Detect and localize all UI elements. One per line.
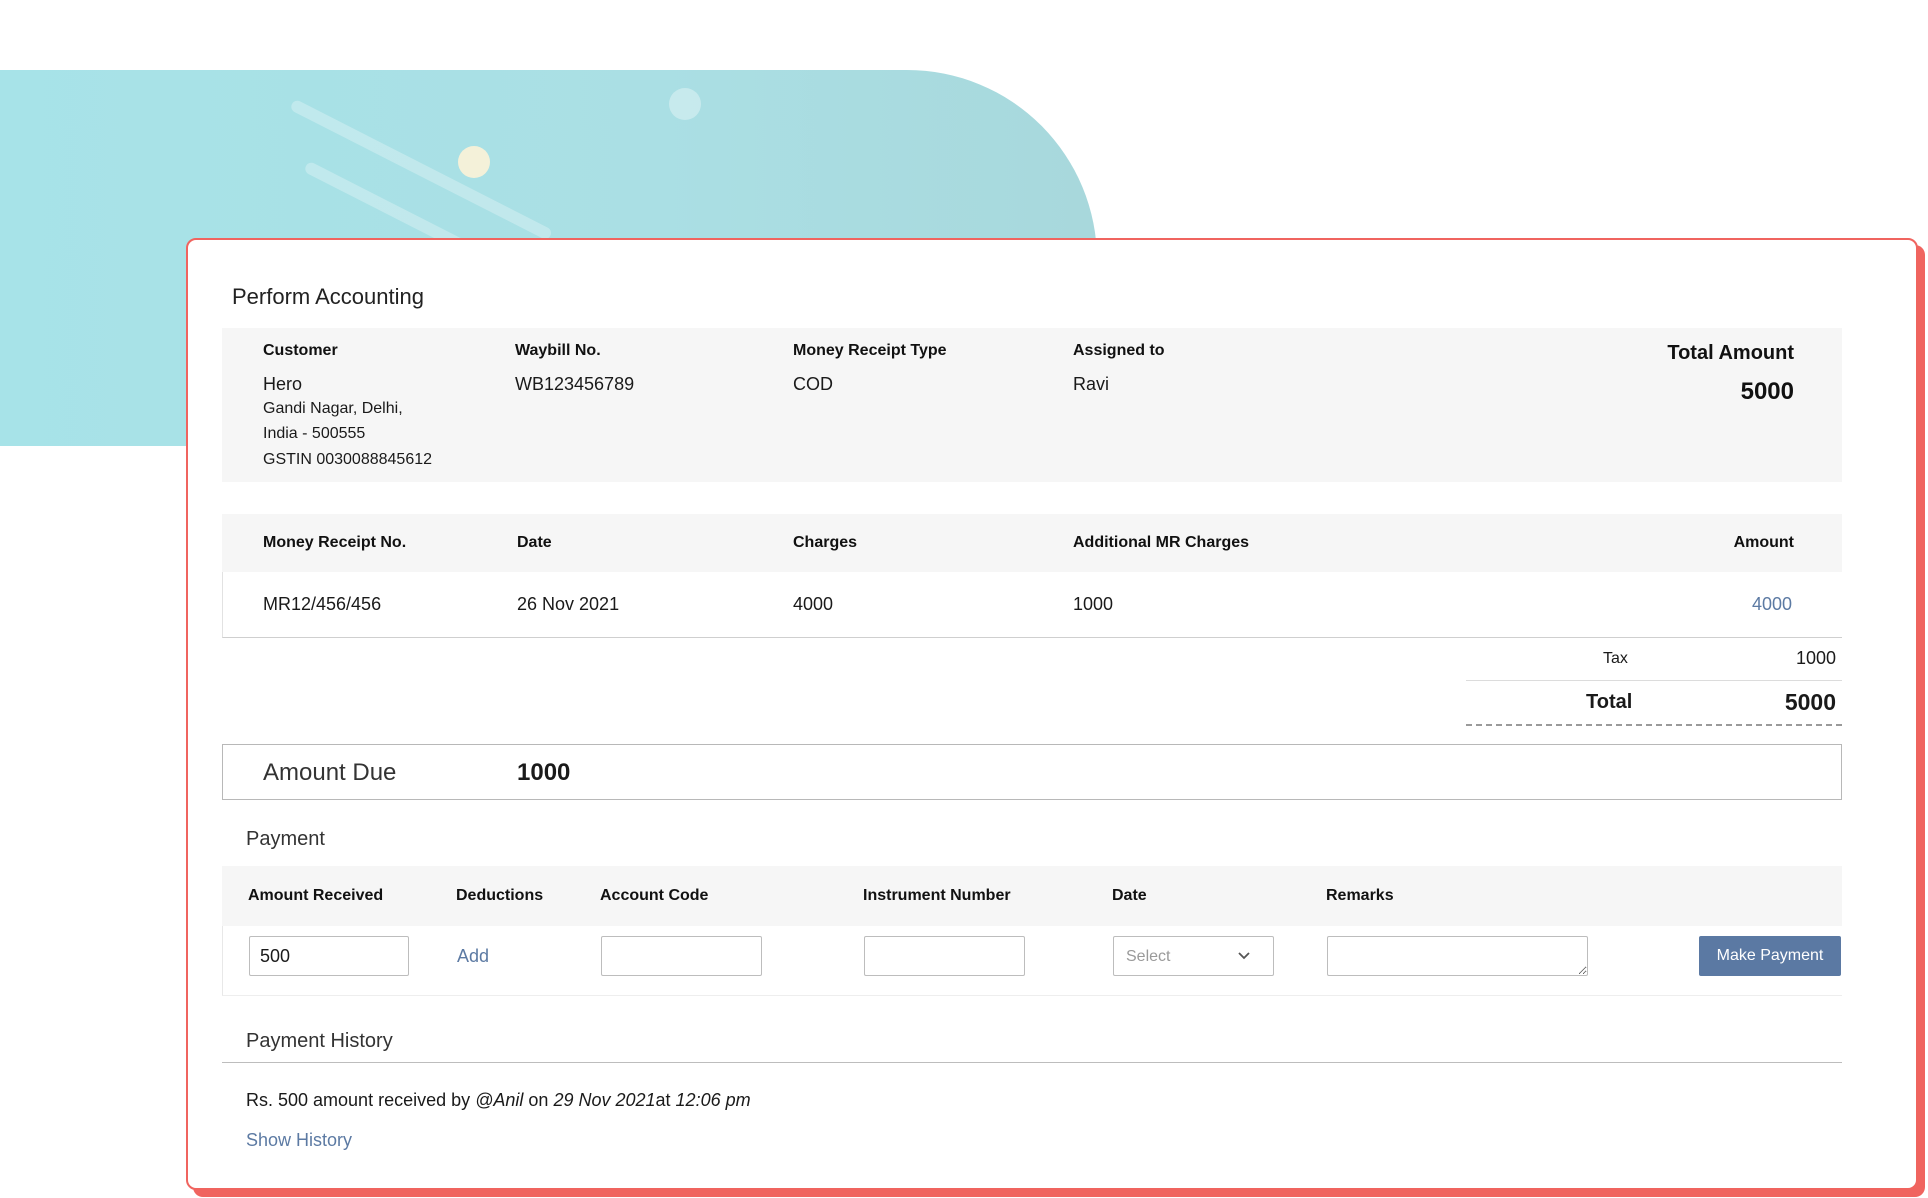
charges-cell: 4000: [793, 594, 834, 614]
waybill-label: Waybill No.: [515, 342, 601, 359]
history-entry: Rs. 500 amount received by @Anil on 29 N…: [246, 1090, 751, 1111]
customer-address-line1: Gandi Nagar, Delhi,: [263, 400, 403, 417]
tax-label: Tax: [1603, 650, 1628, 667]
amount-due-box: Amount Due 1000: [222, 744, 1842, 800]
receipt-type-label: Money Receipt Type: [793, 342, 947, 359]
waybill-value: WB123456789: [515, 374, 635, 394]
amount-due-label: Amount Due: [263, 759, 397, 786]
history-entry-prefix: Rs. 500 amount received by: [246, 1090, 476, 1110]
accounting-card: Perform Accounting Customer Hero Gandi N…: [186, 238, 1918, 1190]
decorative-dot: [458, 146, 490, 178]
history-entry-at: at: [655, 1090, 676, 1110]
assigned-to-value: Ravi: [1073, 374, 1110, 394]
col-header-account-code: Account Code: [600, 887, 709, 904]
date-cell: 26 Nov 2021: [517, 594, 620, 614]
total-amount-label: Total Amount: [1667, 342, 1794, 364]
customer-gstin: GSTIN 0030088845612: [263, 451, 433, 468]
amount-link[interactable]: 4000: [1752, 594, 1792, 615]
divider: [222, 1062, 1842, 1063]
col-header-amount: Amount: [1733, 534, 1794, 551]
payment-section-title: Payment: [246, 828, 325, 850]
mr-table-header: Money Receipt No. Date Charges Additiona…: [222, 514, 1842, 572]
table-row: MR12/456/456 26 Nov 2021 4000 1000 4000: [222, 572, 1842, 638]
total-label: Total: [1586, 691, 1633, 713]
col-header-receipt-no: Money Receipt No.: [263, 534, 407, 551]
customer-name: Hero: [263, 374, 303, 394]
history-entry-user: @Anil: [475, 1090, 524, 1110]
decorative-dot: [669, 88, 701, 120]
history-entry-date: 29 Nov 2021: [553, 1090, 656, 1110]
receipt-type-value: COD: [793, 374, 833, 394]
amount-received-input[interactable]: [249, 936, 409, 976]
tax-value: 1000: [1795, 648, 1836, 668]
payment-row: Add Select Make Payment: [222, 926, 1842, 996]
instrument-number-input[interactable]: [864, 936, 1025, 976]
total-amount-value: 5000: [1740, 378, 1794, 405]
amount-due-value: 1000: [517, 759, 571, 786]
col-header-date: Date: [1112, 887, 1147, 904]
col-header-charges: Charges: [793, 534, 858, 551]
payment-history-title: Payment History: [246, 1030, 393, 1052]
divider: [1466, 680, 1842, 681]
col-header-additional-charges: Additional MR Charges: [1073, 534, 1250, 551]
col-header-deductions: Deductions: [456, 887, 544, 904]
col-header-instrument-number: Instrument Number: [863, 887, 1011, 904]
additional-charges-cell: 1000: [1073, 594, 1114, 614]
dashed-divider: [1466, 724, 1842, 726]
payment-table-header: Amount Received Deductions Account Code …: [222, 866, 1842, 926]
customer-address-line2: India - 500555: [263, 425, 366, 442]
col-header-amount-received: Amount Received: [248, 887, 384, 904]
date-select-placeholder: Select: [1126, 948, 1171, 965]
chevron-down-icon: [1237, 949, 1251, 968]
remarks-input[interactable]: [1327, 936, 1588, 976]
history-entry-time: 12:06 pm: [675, 1090, 751, 1110]
customer-label: Customer: [263, 342, 338, 359]
history-entry-on: on: [523, 1090, 554, 1110]
make-payment-button[interactable]: Make Payment: [1699, 936, 1841, 976]
shipment-info-panel: Customer Hero Gandi Nagar, Delhi, India …: [222, 328, 1842, 482]
col-header-date: Date: [517, 534, 552, 551]
receipt-no-cell: MR12/456/456: [263, 594, 382, 614]
date-select[interactable]: Select: [1113, 936, 1274, 976]
col-header-remarks: Remarks: [1326, 887, 1394, 904]
add-deduction-link[interactable]: Add: [457, 946, 489, 967]
account-code-input[interactable]: [601, 936, 762, 976]
total-value: 5000: [1784, 689, 1836, 715]
assigned-to-label: Assigned to: [1073, 342, 1165, 359]
page-title: Perform Accounting: [232, 284, 424, 309]
show-history-link[interactable]: Show History: [246, 1130, 352, 1151]
